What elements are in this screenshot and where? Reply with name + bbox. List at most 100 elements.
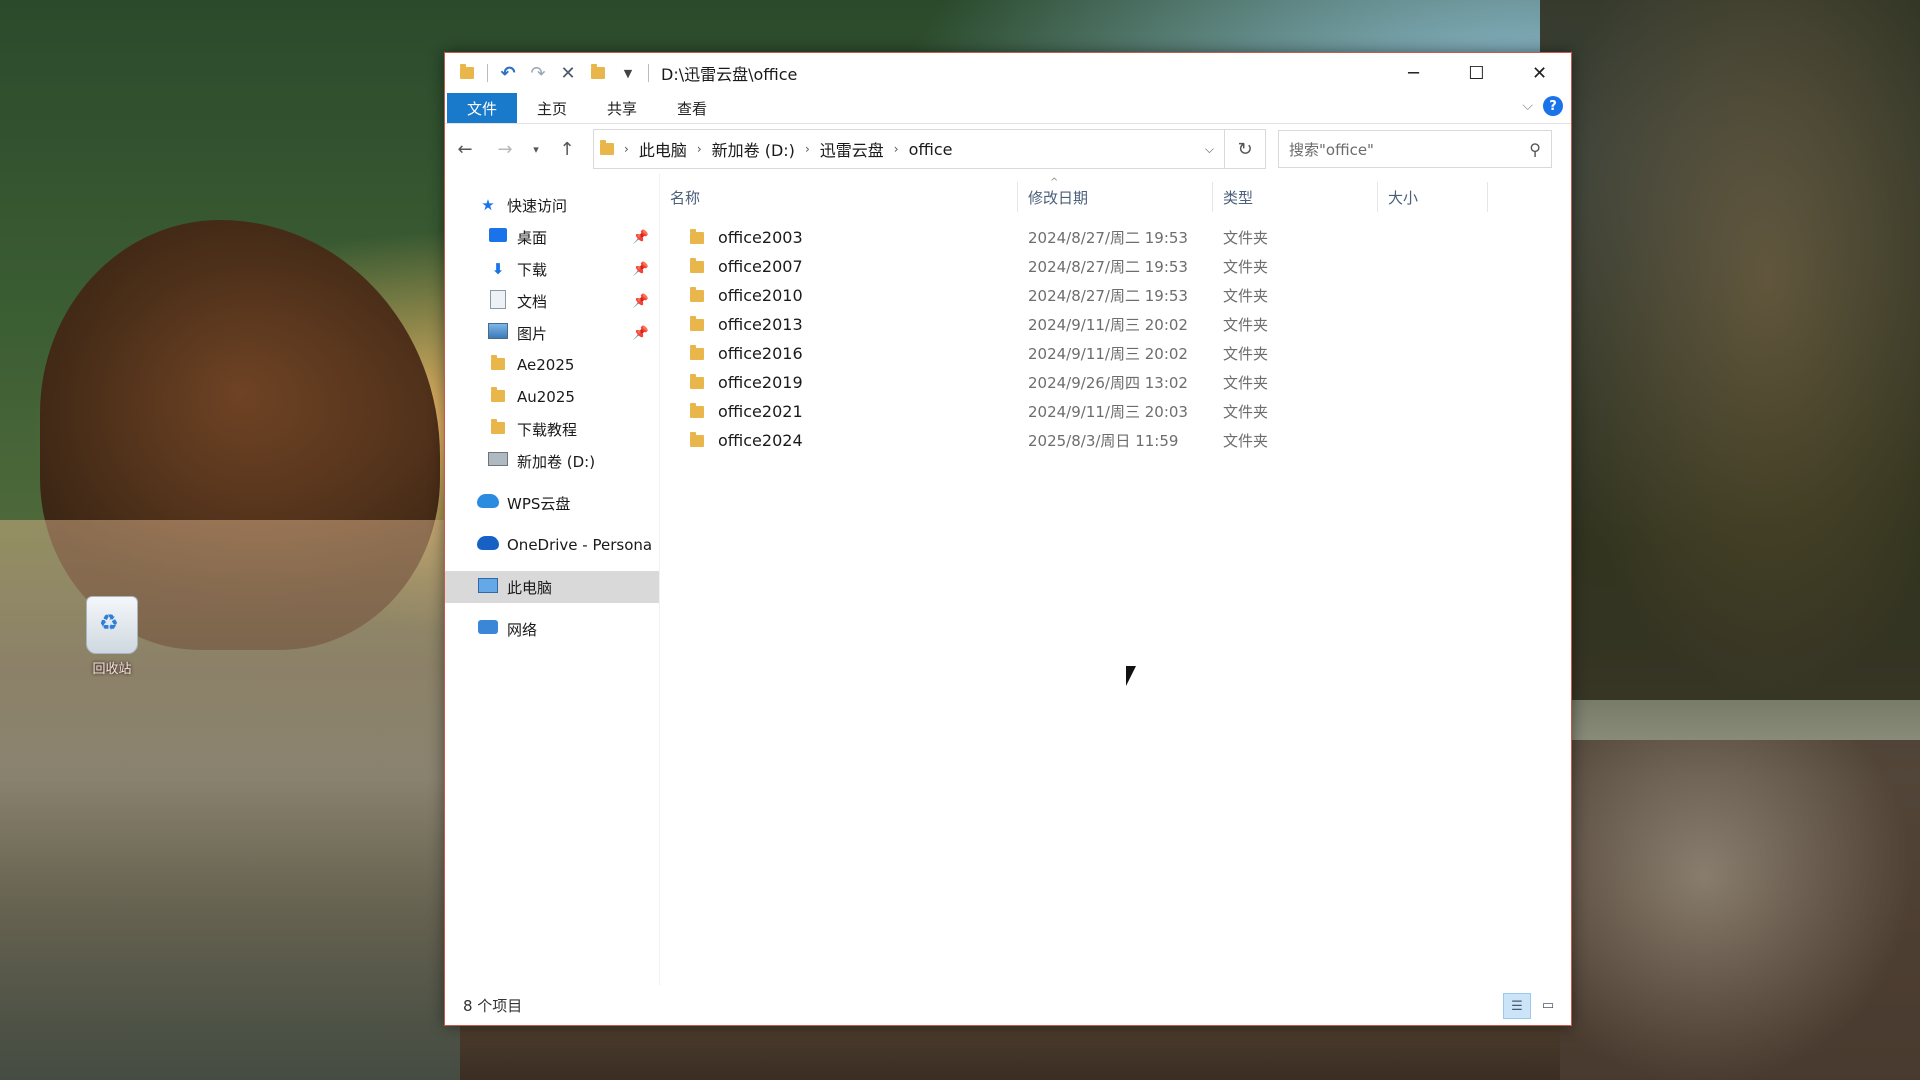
file-type: 文件夹 (1223, 345, 1269, 363)
file-row[interactable]: office2007 2024/8/27/周二 19:53 文件夹 (660, 252, 1571, 281)
sidebar-item-ae2025[interactable]: Ae2025 (445, 349, 659, 381)
tab-share[interactable]: 共享 (587, 93, 657, 123)
column-header-type[interactable]: 类型 (1213, 182, 1378, 212)
file-name: office2024 (718, 431, 803, 450)
folder-icon (487, 387, 509, 406)
address-dropdown-icon[interactable]: ⌵ (1205, 142, 1214, 157)
sidebar-item-quick-access[interactable]: ★ 快速访问 (445, 189, 659, 221)
sidebar-item-documents[interactable]: 文档 📌 (445, 285, 659, 317)
properties-folder-icon[interactable] (588, 63, 608, 84)
column-header-name[interactable]: 名称 (660, 182, 1018, 212)
file-date: 2025/8/3/周日 11:59 (1028, 432, 1179, 450)
desktop-wallpaper-stones (1560, 740, 1920, 1080)
help-icon[interactable]: ? (1543, 96, 1563, 116)
file-date: 2024/9/11/周三 20:03 (1028, 403, 1188, 421)
sidebar-item-label: 文档 (517, 292, 548, 311)
pin-icon: 📌 (632, 261, 649, 277)
up-arrow-icon[interactable]: ↑ (547, 139, 587, 160)
folder-icon (487, 419, 509, 438)
recycle-bin-label: 回收站 (92, 662, 132, 677)
file-row[interactable]: office2019 2024/9/26/周四 13:02 文件夹 (660, 368, 1571, 397)
sidebar-item-desktop[interactable]: 桌面 📌 (445, 221, 659, 253)
desktop-icon (487, 228, 509, 246)
file-row[interactable]: office2013 2024/9/11/周三 20:02 文件夹 (660, 310, 1571, 339)
minimize-button[interactable]: ─ (1382, 53, 1445, 93)
customize-toolbar-dropdown-icon[interactable]: ▼ (618, 67, 638, 80)
delete-icon[interactable]: ✕ (558, 63, 578, 84)
tab-home[interactable]: 主页 (517, 93, 587, 123)
forward-arrow-icon[interactable]: → (485, 139, 525, 160)
document-icon (487, 289, 509, 313)
redo-icon[interactable]: ↷ (528, 63, 548, 84)
desktop-recycle-bin[interactable]: 回收站 (82, 596, 142, 677)
refresh-icon[interactable]: ↻ (1225, 129, 1266, 169)
file-type: 文件夹 (1223, 287, 1269, 305)
file-name: office2013 (718, 315, 803, 334)
file-explorer-window: ↶ ↷ ✕ ▼ D:\迅雷云盘\office ─ ☐ ✕ 文件 主页 共享 查看… (444, 52, 1572, 1026)
view-switcher: ☰ ▭ (1503, 993, 1561, 1019)
file-row[interactable]: office2024 2025/8/3/周日 11:59 文件夹 (660, 426, 1571, 455)
sidebar-item-label: WPS云盘 (507, 494, 571, 513)
sidebar-item-onedrive[interactable]: OneDrive - Persona (445, 529, 659, 561)
address-bar[interactable]: › 此电脑 › 新加卷 (D:) › 迅雷云盘 › office ⌵ (593, 129, 1225, 169)
details-view-icon[interactable]: ☰ (1503, 993, 1531, 1019)
search-icon[interactable]: ⚲ (1529, 140, 1541, 159)
large-icons-view-icon[interactable]: ▭ (1535, 993, 1561, 1017)
sidebar-item-au2025[interactable]: Au2025 (445, 381, 659, 413)
breadcrumb-separator-icon[interactable]: › (693, 142, 706, 156)
folder-icon (690, 315, 704, 331)
tab-view[interactable]: 查看 (657, 93, 727, 123)
maximize-button[interactable]: ☐ (1445, 53, 1508, 93)
file-date: 2024/8/27/周二 19:53 (1028, 229, 1188, 247)
file-row[interactable]: office2010 2024/8/27/周二 19:53 文件夹 (660, 281, 1571, 310)
file-name: office2007 (718, 257, 803, 276)
sidebar-item-label: 此电脑 (507, 578, 553, 597)
sidebar-item-pictures[interactable]: 图片 📌 (445, 317, 659, 349)
file-date: 2024/9/11/周三 20:02 (1028, 345, 1188, 363)
tab-file[interactable]: 文件 (447, 93, 518, 123)
file-date: 2024/9/26/周四 13:02 (1028, 374, 1188, 392)
back-arrow-icon[interactable]: ← (445, 139, 485, 160)
column-header-date[interactable]: 修改日期 (1018, 182, 1213, 212)
sidebar-item-downloads[interactable]: ⬇ 下载 📌 (445, 253, 659, 285)
folder-icon (690, 344, 704, 360)
breadcrumb-drive[interactable]: 新加卷 (D:) (706, 137, 801, 161)
breadcrumb-office[interactable]: office (903, 140, 959, 159)
file-row[interactable]: office2003 2024/8/27/周二 19:53 文件夹 (660, 223, 1571, 252)
sidebar-item-label: Au2025 (517, 388, 575, 406)
toolbar-divider (648, 64, 649, 82)
sidebar-item-network[interactable]: 网络 (445, 613, 659, 645)
file-name: office2016 (718, 344, 803, 363)
navigation-pane: ★ 快速访问 桌面 📌 ⬇ 下载 📌 文档 📌 图片 📌 Ae2025 Au20… (445, 173, 660, 985)
column-header-size[interactable]: 大小 (1378, 182, 1488, 212)
breadcrumb-separator-icon[interactable]: › (620, 142, 633, 156)
file-type: 文件夹 (1223, 374, 1269, 392)
undo-icon[interactable]: ↶ (498, 63, 518, 84)
sidebar-item-drive-d[interactable]: 新加卷 (D:) (445, 445, 659, 477)
file-type: 文件夹 (1223, 229, 1269, 247)
file-row[interactable]: office2016 2024/9/11/周三 20:02 文件夹 (660, 339, 1571, 368)
sidebar-item-wps[interactable]: WPS云盘 (445, 487, 659, 519)
sidebar-item-download-tutorials[interactable]: 下载教程 (445, 413, 659, 445)
close-button[interactable]: ✕ (1508, 53, 1571, 93)
search-input[interactable]: 搜索"office" ⚲ (1278, 130, 1552, 168)
breadcrumb-this-pc[interactable]: 此电脑 (633, 137, 693, 161)
file-name: office2010 (718, 286, 803, 305)
sort-ascending-icon: ^ (1050, 177, 1059, 188)
cloud-icon (477, 494, 499, 512)
breadcrumb-separator-icon[interactable]: › (801, 142, 814, 156)
expand-ribbon-chevron-icon[interactable]: ⌵ (1522, 98, 1533, 114)
window-controls: ─ ☐ ✕ (1382, 53, 1571, 93)
recycle-bin-icon (86, 596, 138, 654)
sidebar-item-label: 桌面 (517, 228, 548, 247)
sidebar-item-label: 快速访问 (507, 196, 568, 215)
file-row[interactable]: office2021 2024/9/11/周三 20:03 文件夹 (660, 397, 1571, 426)
breadcrumb-xunlei[interactable]: 迅雷云盘 (814, 137, 890, 161)
title-bar[interactable]: ↶ ↷ ✕ ▼ D:\迅雷云盘\office ─ ☐ ✕ (445, 53, 1571, 93)
breadcrumb-separator-icon[interactable]: › (890, 142, 903, 156)
desktop-wallpaper-water (0, 520, 460, 1080)
folder-icon (690, 373, 704, 389)
sidebar-item-this-pc[interactable]: 此电脑 (445, 571, 659, 603)
recent-locations-chevron-icon[interactable]: ▾ (525, 143, 547, 156)
sidebar-item-label: 下载教程 (517, 420, 578, 439)
